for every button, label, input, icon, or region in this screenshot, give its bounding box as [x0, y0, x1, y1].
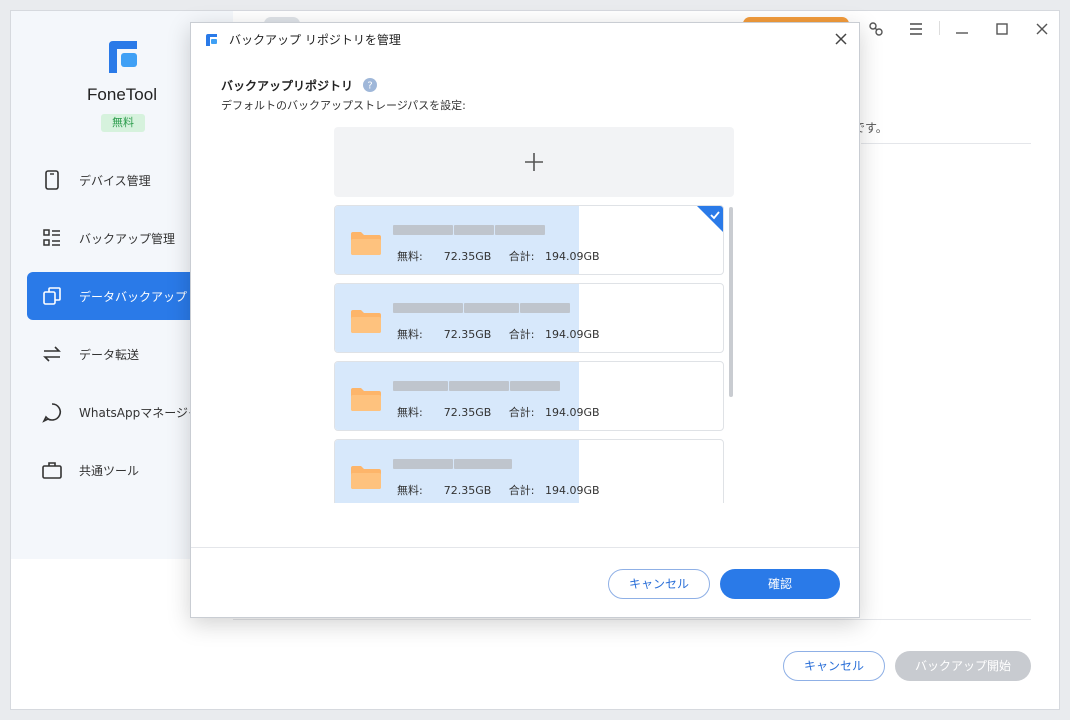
add-repository-button[interactable] — [334, 127, 734, 197]
selected-check-icon — [697, 206, 723, 232]
toolbox-icon — [42, 462, 62, 479]
maximize-icon[interactable] — [993, 20, 1011, 38]
repository-item[interactable]: 無料: 72.35GB 合計: 194.09GB — [334, 361, 724, 431]
start-backup-button[interactable]: バックアップ開始 — [895, 651, 1031, 681]
section-title: バックアップリポジトリ — [221, 79, 354, 93]
repository-list-scrollbar[interactable] — [729, 207, 733, 397]
repository-path-blurred — [393, 454, 513, 470]
repository-item[interactable]: 無料: 72.35GB 合計: 194.09GB — [334, 439, 724, 503]
key-icon[interactable] — [867, 20, 885, 38]
fonetool-logo-icon — [109, 41, 137, 73]
license-badge: 無料 — [101, 114, 145, 132]
sidebar-item-device-management[interactable]: デバイス管理 — [27, 156, 217, 204]
menu-icon[interactable] — [907, 20, 925, 38]
dialog-title: バックアップ リポジトリを管理 — [229, 33, 401, 47]
phone-icon — [45, 170, 59, 190]
folder-icon — [351, 232, 381, 255]
folder-icon — [351, 310, 381, 333]
sidebar-item-label: データ転送 — [79, 347, 140, 362]
folder-icon — [351, 388, 381, 411]
sidebar-item-label: データバックアップ — [79, 289, 188, 304]
section-subtitle: デフォルトのバックアップストレージパスを設定: — [221, 99, 466, 112]
folder-icon — [351, 466, 381, 489]
divider — [191, 547, 859, 548]
sidebar-item-label: バックアップ管理 — [79, 231, 176, 246]
repository-path-blurred — [393, 376, 561, 392]
manage-repository-dialog: バックアップ リポジトリを管理 バックアップリポジトリ ? デフォルトのバックア… — [190, 22, 860, 618]
repository-list: 無料: 72.35GB 合計: 194.09GB 無料: 72.35GB 合計:… — [334, 205, 734, 503]
background-cancel-button[interactable]: キャンセル — [783, 651, 885, 681]
divider — [861, 143, 1031, 144]
repository-path-blurred — [393, 220, 546, 236]
dialog-confirm-button[interactable]: 確認 — [720, 569, 840, 599]
minimize-icon[interactable] — [953, 20, 971, 38]
divider — [233, 619, 1031, 620]
repository-storage-info: 無料: 72.35GB 合計: 194.09GB — [397, 328, 600, 341]
repository-storage-info: 無料: 72.35GB 合計: 194.09GB — [397, 484, 600, 497]
sidebar-item-label: WhatsAppマネージャ — [79, 405, 200, 420]
dialog-cancel-button[interactable]: キャンセル — [608, 569, 710, 599]
repository-path-blurred — [393, 298, 571, 314]
list-grid-icon — [43, 229, 60, 246]
plus-icon — [525, 153, 543, 171]
transfer-arrows-icon — [43, 346, 61, 362]
repository-storage-info: 無料: 72.35GB 合計: 194.09GB — [397, 406, 600, 419]
sidebar-item-data-transfer[interactable]: データ転送 — [27, 330, 217, 378]
close-icon[interactable] — [833, 31, 849, 47]
chat-bubble-icon — [42, 403, 61, 423]
sidebar-item-common-tools[interactable]: 共通ツール — [27, 446, 217, 494]
sidebar-item-data-backup[interactable]: データバックアップ — [27, 272, 217, 320]
sidebar-item-backup-management[interactable]: バックアップ管理 — [27, 214, 217, 262]
sidebar-item-label: 共通ツール — [79, 463, 140, 478]
help-icon[interactable]: ? — [363, 78, 377, 92]
sidebar-item-label: デバイス管理 — [79, 173, 151, 188]
repository-storage-info: 無料: 72.35GB 合計: 194.09GB — [397, 250, 600, 263]
title-bar-separator — [939, 21, 940, 35]
repository-item[interactable]: 無料: 72.35GB 合計: 194.09GB — [334, 283, 724, 353]
copy-icon — [43, 287, 61, 305]
fonetool-logo-icon — [206, 34, 217, 46]
repository-item[interactable]: 無料: 72.35GB 合計: 194.09GB — [334, 205, 724, 275]
svg-text:?: ? — [367, 81, 372, 92]
sidebar-nav: デバイス管理 バックアップ管理 データバックアップ データ転送 WhatsApp… — [27, 156, 217, 504]
sidebar-item-whatsapp-manager[interactable]: WhatsAppマネージャ — [27, 388, 217, 436]
close-icon[interactable] — [1033, 20, 1051, 38]
